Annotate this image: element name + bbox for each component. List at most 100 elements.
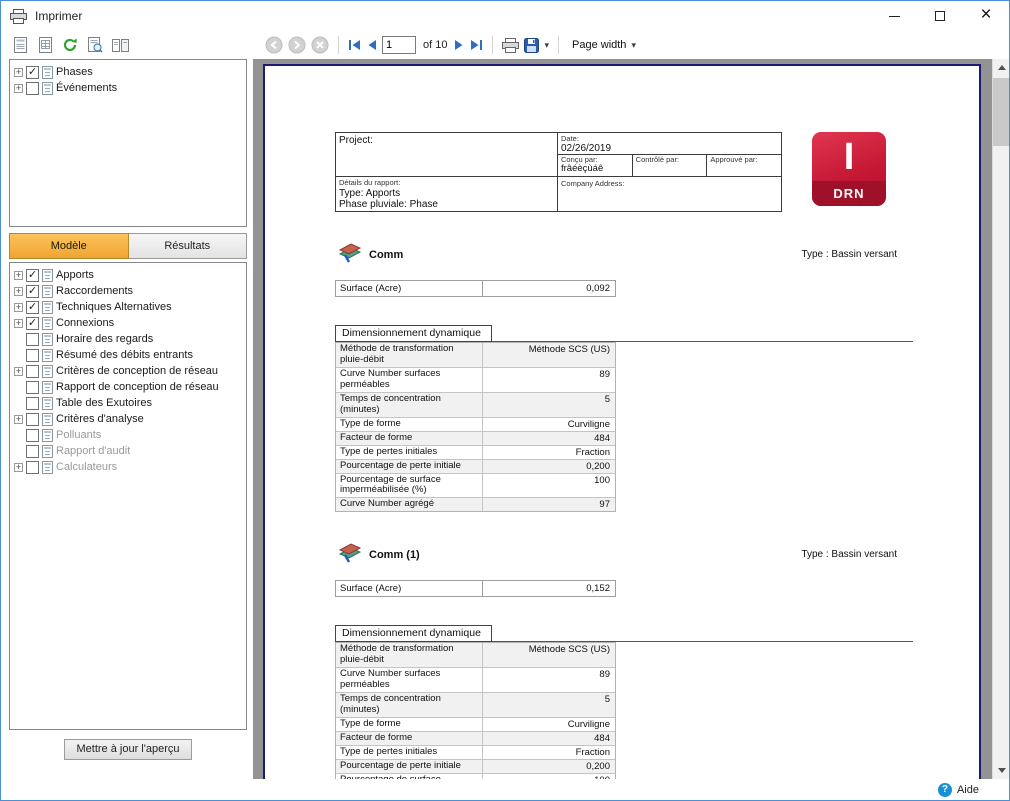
tab-modele-label: Modèle (50, 240, 87, 252)
maximize-button[interactable] (917, 1, 963, 31)
tree-checkbox[interactable] (26, 396, 39, 410)
left-panel: Phases Événements Modèle Résultats Appor… (1, 31, 253, 779)
tree-checkbox[interactable] (26, 460, 39, 474)
book-pages-icon[interactable] (111, 36, 129, 54)
tree-checkbox[interactable] (26, 316, 39, 330)
tree-item[interactable]: Rapport de conception de réseau (12, 379, 244, 395)
dimension-row-label: Méthode de transformation pluie-débit (340, 343, 454, 365)
report-table-icon[interactable] (36, 36, 54, 54)
titlebar: Imprimer (1, 1, 1009, 31)
dimension-heading: Dimensionnement dynamique (335, 624, 913, 643)
first-page-button[interactable] (348, 39, 361, 51)
nav-back-button[interactable] (265, 36, 283, 54)
tree-checkbox[interactable] (26, 284, 39, 298)
tree-item[interactable]: Critères d'analyse (12, 411, 244, 427)
logo-letter: I (843, 135, 855, 178)
toolbar-separator (492, 36, 494, 54)
tree-item[interactable]: Connexions (12, 315, 244, 331)
preview-area[interactable]: Project: Détails du rapport: Type: Appor… (253, 59, 1009, 779)
print-button[interactable] (502, 37, 520, 53)
dimension-row: Temps de concentration (minutes) 5 (336, 692, 615, 717)
close-button[interactable] (963, 1, 1009, 31)
surface-value: 0,092 (482, 281, 615, 296)
tree-checkbox[interactable] (26, 332, 39, 346)
tree-item[interactable]: Techniques Alternatives (12, 299, 244, 315)
dimension-row-value: 0,200 (482, 759, 615, 773)
tree-item[interactable]: Critères de conception de réseau (12, 363, 244, 379)
help-icon[interactable]: ? (937, 782, 952, 797)
checked-by-label: Contrôlé par: (635, 155, 680, 164)
next-page-button[interactable] (454, 39, 465, 51)
print-preview-icon[interactable] (86, 36, 104, 54)
tree-checkbox[interactable] (26, 380, 39, 394)
expand-icon[interactable] (14, 462, 23, 472)
dimension-row: Type de pertes initiales Fraction (336, 744, 615, 759)
expand-icon[interactable] (14, 414, 23, 424)
main-area: Phases Événements Modèle Résultats Appor… (1, 31, 1009, 779)
tree-item[interactable]: Polluants (12, 427, 244, 443)
expand-icon[interactable] (14, 318, 23, 328)
tab-modele[interactable]: Modèle (9, 233, 129, 259)
report-details-cell: Détails du rapport: Type: Apports Phase … (336, 177, 557, 211)
expand-icon[interactable] (14, 83, 23, 93)
dimension-row: Pourcentage de perte initiale 0,200 (336, 458, 615, 473)
previous-page-button[interactable] (366, 39, 377, 51)
tree-checkbox[interactable] (26, 364, 39, 378)
tree-item[interactable]: Horaire des regards (12, 331, 244, 347)
tree-item[interactable]: Table des Exutoires (12, 395, 244, 411)
tree-item[interactable]: Rapport d'audit (12, 443, 244, 459)
tree-item[interactable]: Apports (12, 267, 244, 283)
help-label[interactable]: Aide (957, 784, 979, 796)
dimension-row-label: Curve Number surfaces perméables (340, 668, 441, 691)
export-save-button[interactable] (524, 37, 540, 53)
update-preview-button[interactable]: Mettre à jour l'aperçu (63, 739, 193, 760)
dimension-row-value: 0,200 (482, 459, 615, 473)
tree-item[interactable]: Événements (12, 80, 244, 96)
expand-icon[interactable] (14, 270, 23, 280)
surface-table: Surface (Acre) 0,152 (335, 580, 616, 598)
dimension-row-value: 89 (482, 367, 615, 392)
dimension-table: Méthode de transformation pluie-débit Mé… (335, 342, 616, 513)
tree-checkbox[interactable] (26, 444, 39, 458)
expand-icon[interactable] (14, 67, 23, 77)
tree-item[interactable]: Résumé des débits entrants (12, 347, 244, 363)
approved-by-label: Approuvé par: (710, 155, 758, 164)
tab-resultats[interactable]: Résultats (128, 233, 247, 259)
signoff-row: Conçu par: frâéèçùáê Contrôlé par: Appro… (558, 155, 781, 177)
expand-icon[interactable] (14, 302, 23, 312)
tree-item[interactable]: Phases (12, 64, 244, 80)
scroll-down-button[interactable] (993, 762, 1009, 779)
scroll-up-button[interactable] (993, 59, 1009, 76)
page-number-input[interactable] (382, 36, 416, 54)
tree-checkbox[interactable] (26, 268, 39, 282)
report-doc-icon (42, 316, 53, 330)
zoom-combobox[interactable]: Page width ▾ (568, 37, 640, 53)
tree-item[interactable]: Raccordements (12, 283, 244, 299)
dimension-row-label: Curve Number agrégé (340, 498, 434, 510)
tree-checkbox[interactable] (26, 412, 39, 426)
report-doc-icon (42, 364, 53, 378)
tree-checkbox[interactable] (26, 65, 39, 79)
minimize-button[interactable] (871, 1, 917, 31)
expand-icon[interactable] (14, 366, 23, 376)
preview-scrollbar[interactable] (992, 59, 1009, 779)
tree-checkbox[interactable] (26, 428, 39, 442)
last-page-button[interactable] (470, 39, 483, 51)
nav-forward-button[interactable] (288, 36, 306, 54)
nav-stop-button[interactable] (311, 36, 329, 54)
tree-checkbox[interactable] (26, 348, 39, 362)
tree-checkbox[interactable] (26, 300, 39, 314)
report-summary-icon[interactable] (11, 36, 29, 54)
tree-item-label: Horaire des regards (56, 333, 154, 345)
tree-item-label: Connexions (56, 317, 115, 329)
tree-item-label: Critères de conception de réseau (56, 365, 219, 377)
model-tree: Apports Raccordements Techniques Alterna… (9, 262, 247, 730)
expand-icon[interactable] (14, 286, 23, 296)
tree-checkbox[interactable] (26, 81, 39, 95)
dimension-row-label: Facteur de forme (340, 731, 413, 743)
section-type-label: Type : Bassin versant (801, 549, 897, 561)
scrollbar-thumb[interactable] (993, 78, 1009, 146)
refresh-icon[interactable] (61, 36, 79, 54)
export-dropdown-caret[interactable]: ▾ (544, 40, 549, 51)
tree-item[interactable]: Calculateurs (12, 459, 244, 475)
